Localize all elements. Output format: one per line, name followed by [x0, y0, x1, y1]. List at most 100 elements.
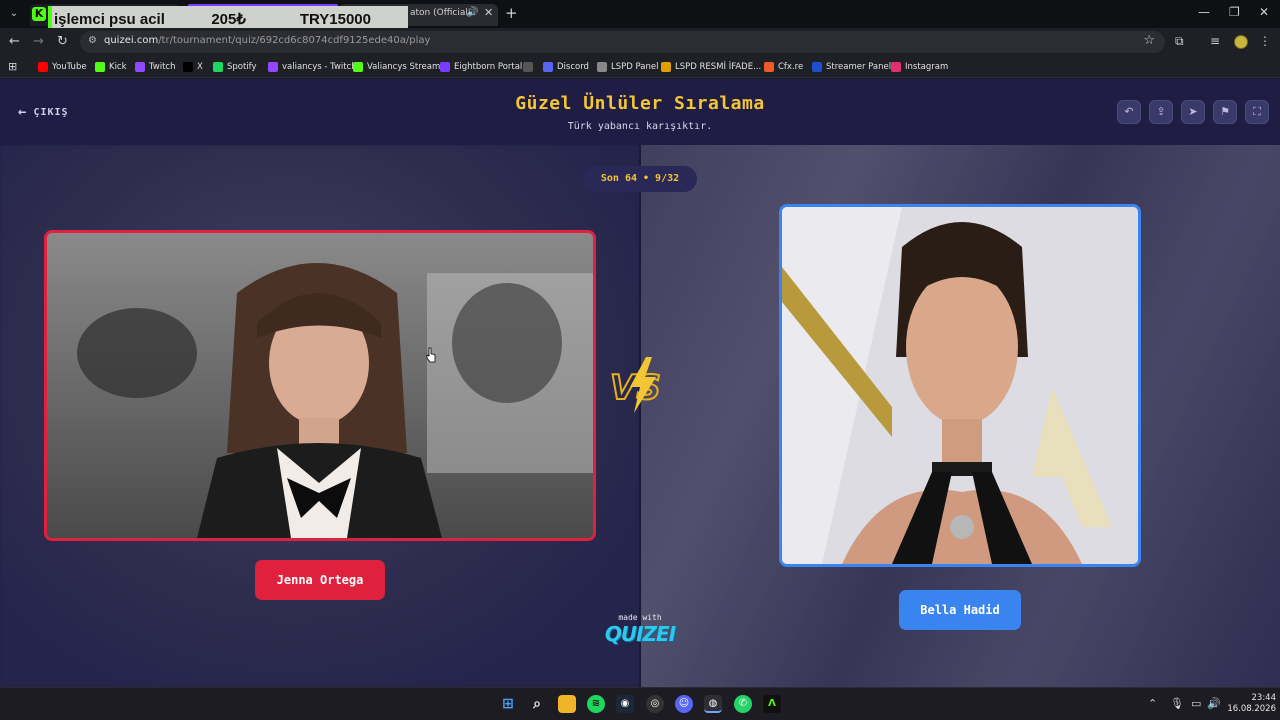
clock-time: 23:44: [1251, 693, 1277, 703]
bookmark-item[interactable]: Instagram: [891, 60, 948, 74]
new-tab-icon[interactable]: +: [505, 5, 518, 21]
volume-icon[interactable]: 🔊: [1207, 697, 1221, 710]
terminal-app-icon[interactable]: Λ: [763, 695, 781, 713]
bookmark-label: Kick: [109, 62, 127, 72]
bookmark-label: YouTube: [52, 62, 87, 72]
undo-button[interactable]: ↶: [1117, 100, 1141, 124]
right-candidate-button[interactable]: Bella Hadid: [899, 590, 1021, 630]
chrome-icon[interactable]: ◍: [704, 695, 722, 713]
screen: ⌄ K aton (Official V 🔊 ✕ + işlemci psu a…: [0, 0, 1280, 720]
kick-icon: K: [32, 7, 46, 21]
extensions-icon[interactable]: ⧉: [1175, 34, 1184, 49]
left-candidate-card[interactable]: [44, 230, 596, 541]
bookmark-item[interactable]: valiancys - Twitch: [268, 60, 357, 74]
quiz-header: ← ÇIKIŞ Güzel Ünlüler Sıralama Türk yaba…: [0, 79, 1280, 145]
bookmark-label: Spotify: [227, 62, 257, 72]
bookmark-favicon-icon: [38, 62, 48, 72]
bookmark-item[interactable]: [523, 60, 537, 74]
menu-icon[interactable]: ⋮: [1259, 34, 1271, 48]
url-text: quizei.com/tr/tournament/quiz/692cd6c807…: [104, 35, 431, 46]
media-icon[interactable]: ≡: [1210, 34, 1220, 48]
bookmark-favicon-icon: [213, 62, 223, 72]
hand-cursor-icon: [426, 347, 436, 363]
back-icon[interactable]: ←: [9, 34, 20, 50]
bookmark-label: Cfx.re: [778, 62, 804, 72]
windows-taskbar: ⊞ ⌕ ≋ ◉ ◎ ☺ ◍ ✆ Λ ⌃ 🎙 ▭ 🔊 23:44 16.08.20…: [0, 687, 1280, 720]
right-candidate-card[interactable]: [779, 204, 1141, 567]
speaker-icon[interactable]: 🔊: [466, 7, 478, 18]
quizei-logo[interactable]: QUIZEI: [590, 622, 690, 646]
bookmark-label: Twitch: [149, 62, 176, 72]
bookmark-favicon-icon: [764, 62, 774, 72]
bookmark-item[interactable]: YouTube: [38, 60, 87, 74]
bookmark-item[interactable]: X: [183, 60, 203, 74]
file-explorer-icon[interactable]: [558, 695, 576, 713]
bookmark-favicon-icon: [95, 62, 105, 72]
bookmark-favicon-icon: [543, 62, 553, 72]
bookmark-label: Streamer Panel: [826, 62, 892, 72]
whatsapp-icon[interactable]: ✆: [734, 695, 752, 713]
bookmark-item[interactable]: Spotify: [213, 60, 257, 74]
bookmark-label: Valiancys Stream: [367, 62, 441, 72]
right-candidate-photo: [782, 207, 1138, 564]
discord-icon[interactable]: ☺: [675, 695, 693, 713]
page-subtitle: Türk yabancı karışıktır.: [567, 121, 713, 132]
bookmark-label: LSPD Panel: [611, 62, 659, 72]
bookmark-favicon-icon: [661, 62, 671, 72]
bookmark-item[interactable]: Twitch: [135, 60, 176, 74]
bookmark-item[interactable]: Streamer Panel: [812, 60, 891, 74]
vs-logo: VS: [609, 357, 662, 413]
reload-icon[interactable]: ↻: [57, 34, 68, 50]
bookmark-item[interactable]: Discord: [543, 60, 589, 74]
bookmark-item[interactable]: Cfx.re: [764, 60, 803, 74]
page-title: Güzel Ünlüler Sıralama: [515, 93, 765, 114]
bookmark-favicon-icon: [268, 62, 278, 72]
minimize-icon[interactable]: —: [1198, 5, 1210, 19]
bookmark-star-icon[interactable]: ☆: [1143, 33, 1155, 48]
bookmark-favicon-icon: [597, 62, 607, 72]
left-candidate-photo: [47, 233, 593, 538]
bookmark-item[interactable]: Valiancys Stream: [353, 60, 440, 74]
bookmark-favicon-icon: [812, 62, 822, 72]
bookmark-favicon-icon: [353, 62, 363, 72]
bookmark-favicon-icon: [523, 62, 533, 72]
microphone-icon[interactable]: 🎙: [1170, 697, 1184, 710]
bookmark-item[interactable]: LSPD Panel: [597, 60, 658, 74]
send-button[interactable]: ➤: [1181, 100, 1205, 124]
left-candidate-button[interactable]: Jenna Ortega: [255, 560, 385, 600]
address-bar[interactable]: ⚙ quizei.com/tr/tournament/quiz/692cd6c8…: [80, 31, 1165, 53]
windows-start-icon[interactable]: ⊞: [499, 695, 517, 713]
tab-video-title: aton (Official V: [410, 8, 470, 18]
bookmark-label: LSPD RESMİ İFADE...: [675, 62, 762, 72]
window-close-icon[interactable]: ✕: [1259, 5, 1269, 19]
profile-avatar[interactable]: [1234, 35, 1248, 49]
bookmark-item[interactable]: Kick: [95, 60, 127, 74]
bookmark-favicon-icon: [440, 62, 450, 72]
bookmark-label: valiancys - Twitch: [282, 62, 357, 72]
bookmark-item[interactable]: Eightborn Portal: [440, 60, 522, 74]
tray-chevron-icon[interactable]: ⌃: [1148, 697, 1157, 710]
app-icon[interactable]: ◎: [646, 695, 664, 713]
site-info-icon[interactable]: ⚙: [88, 35, 97, 46]
fullscreen-button[interactable]: ⛶: [1245, 100, 1269, 124]
quiz-page: ← ÇIKIŞ Güzel Ünlüler Sıralama Türk yaba…: [0, 79, 1280, 687]
steam-icon[interactable]: ◉: [616, 695, 634, 713]
apps-grid-icon[interactable]: ⊞: [8, 60, 17, 73]
made-with-label: made with: [618, 613, 662, 622]
tab-search-chevron-icon[interactable]: ⌄: [6, 6, 22, 22]
restore-icon[interactable]: ❐: [1229, 5, 1240, 19]
forward-icon[interactable]: →: [33, 34, 44, 50]
spotify-icon[interactable]: ≋: [587, 695, 605, 713]
bookmark-item[interactable]: LSPD RESMİ İFADE...: [661, 60, 761, 74]
system-clock[interactable]: 23:44 16.08.2026: [1226, 693, 1276, 715]
flag-button[interactable]: ⚑: [1213, 100, 1237, 124]
share-button[interactable]: ⇪: [1149, 100, 1173, 124]
center-divider: [639, 145, 641, 687]
close-icon[interactable]: ✕: [484, 6, 493, 19]
bookmark-label: X: [197, 62, 203, 72]
bookmark-label: Eightborn Portal: [454, 62, 523, 72]
search-icon[interactable]: ⌕: [528, 695, 546, 713]
bookmark-favicon-icon: [891, 62, 901, 72]
bookmark-favicon-icon: [183, 62, 193, 72]
network-icon[interactable]: ▭: [1191, 697, 1201, 710]
